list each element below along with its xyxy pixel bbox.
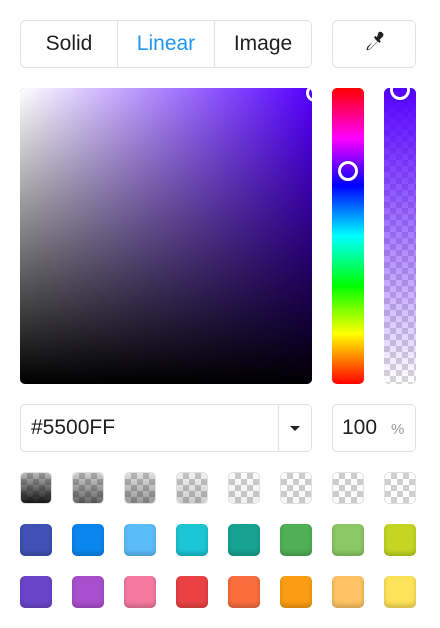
hue-slider-handle[interactable] bbox=[338, 161, 358, 181]
color-swatch[interactable] bbox=[124, 576, 156, 608]
swatch-transparent-black[interactable] bbox=[72, 472, 104, 504]
color-format-dropdown[interactable] bbox=[278, 405, 311, 451]
tab-linear[interactable]: Linear bbox=[118, 21, 215, 67]
swatch-transparent-black[interactable] bbox=[228, 472, 260, 504]
opacity-unit: % bbox=[391, 421, 405, 438]
color-swatch[interactable] bbox=[124, 524, 156, 556]
color-swatch[interactable] bbox=[280, 576, 312, 608]
hex-input[interactable] bbox=[21, 405, 279, 451]
tab-solid[interactable]: Solid bbox=[21, 21, 118, 67]
saturation-value-area[interactable] bbox=[20, 88, 312, 384]
color-swatch[interactable] bbox=[176, 524, 208, 556]
eyedropper-icon bbox=[361, 29, 387, 60]
color-swatch[interactable] bbox=[72, 576, 104, 608]
opacity-slider[interactable] bbox=[384, 88, 416, 384]
eyedropper-button[interactable] bbox=[332, 20, 416, 68]
color-swatch[interactable] bbox=[72, 524, 104, 556]
color-swatch[interactable] bbox=[384, 576, 416, 608]
color-swatch[interactable] bbox=[20, 576, 52, 608]
tab-image[interactable]: Image bbox=[215, 21, 311, 67]
hue-slider[interactable] bbox=[332, 88, 364, 384]
swatch-transparent-black[interactable] bbox=[384, 472, 416, 504]
fill-type-tabs: Solid Linear Image bbox=[20, 20, 312, 68]
swatch-transparent-black[interactable] bbox=[124, 472, 156, 504]
color-swatch[interactable] bbox=[176, 576, 208, 608]
color-swatch[interactable] bbox=[280, 524, 312, 556]
swatch-transparent-black[interactable] bbox=[20, 472, 52, 504]
opacity-input[interactable] bbox=[333, 405, 383, 451]
color-swatch[interactable] bbox=[228, 576, 260, 608]
color-swatch[interactable] bbox=[228, 524, 260, 556]
swatch-transparent-black[interactable] bbox=[176, 472, 208, 504]
hex-field bbox=[20, 404, 312, 452]
swatch-transparent-black[interactable] bbox=[332, 472, 364, 504]
color-swatch[interactable] bbox=[332, 576, 364, 608]
color-swatch[interactable] bbox=[332, 524, 364, 556]
color-swatch[interactable] bbox=[20, 524, 52, 556]
chevron-down-icon bbox=[290, 425, 300, 431]
opacity-field: % bbox=[332, 404, 416, 452]
color-swatch[interactable] bbox=[384, 524, 416, 556]
swatch-transparent-black[interactable] bbox=[280, 472, 312, 504]
